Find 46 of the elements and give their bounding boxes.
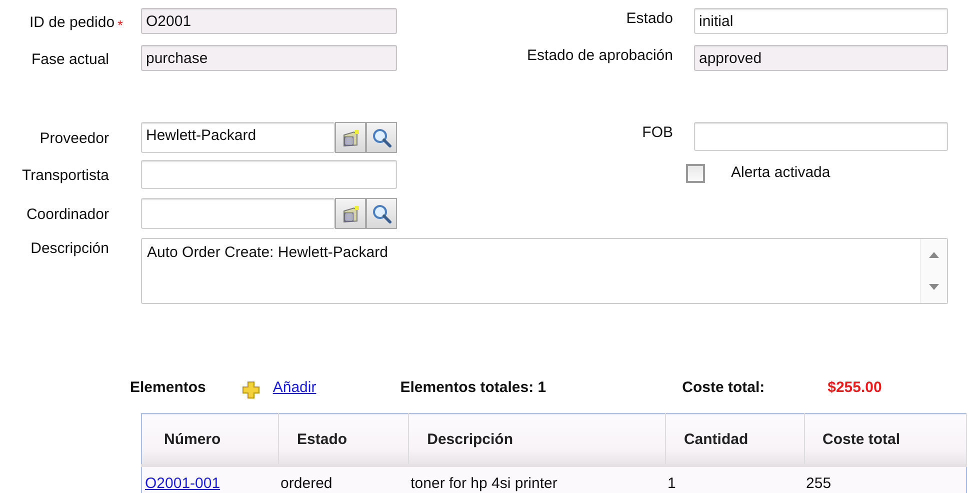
scroll-down-icon[interactable]: [929, 284, 939, 290]
checkbox-label: Alerta activada: [731, 164, 830, 181]
select-button[interactable]: [335, 198, 366, 229]
total-cost-label: Coste total:: [682, 378, 765, 396]
field-label: Descripción: [30, 240, 109, 257]
column-header[interactable]: Número: [142, 414, 279, 466]
scroll-up-icon[interactable]: [929, 252, 939, 258]
total-cost: $255.00: [828, 378, 882, 396]
input-field[interactable]: approved: [694, 45, 948, 71]
input-field[interactable]: [141, 160, 397, 189]
description-textarea[interactable]: Auto Order Create: Hewlett-Packard: [141, 238, 948, 304]
document-icon: [340, 128, 360, 148]
input-field[interactable]: purchase: [141, 45, 397, 71]
search-icon: [370, 126, 392, 148]
checkbox[interactable]: [686, 164, 705, 183]
column-header[interactable]: Cantidad: [665, 414, 804, 466]
field-label: Proveedor: [40, 130, 109, 147]
table-cell: 255: [804, 466, 966, 493]
table-cell: 1: [665, 466, 804, 493]
table-cell: ordered: [278, 466, 409, 493]
input-field[interactable]: Hewlett-Packard: [141, 122, 335, 153]
field-label: FOB: [642, 124, 673, 141]
total-items: Elementos totales: 1: [400, 378, 546, 396]
column-header[interactable]: Coste total: [804, 414, 966, 466]
input-field[interactable]: [694, 122, 948, 151]
search-button[interactable]: [366, 198, 397, 229]
table-cell: toner for hp 4si printer: [408, 466, 666, 493]
input-field[interactable]: initial: [694, 8, 948, 34]
section-title: Elementos: [130, 378, 206, 396]
field-label: Coordinador: [26, 206, 109, 223]
select-button[interactable]: [335, 122, 366, 153]
plus-icon[interactable]: [242, 381, 260, 399]
search-button[interactable]: [366, 122, 397, 153]
input-field[interactable]: O2001: [141, 8, 397, 34]
document-icon: [340, 204, 360, 224]
field-label: Estado de aprobación: [527, 47, 673, 64]
field-label: Estado: [626, 10, 673, 27]
column-header[interactable]: Estado: [278, 414, 409, 466]
search-icon: [370, 202, 392, 224]
field-label: Fase actual: [31, 50, 109, 68]
add-link[interactable]: Añadir: [272, 378, 316, 396]
field-label: ID de pedido: [29, 14, 115, 30]
required-mark: *: [118, 17, 123, 33]
column-header[interactable]: Descripción: [408, 414, 666, 466]
field-label: Transportista: [22, 167, 109, 184]
input-field[interactable]: [141, 198, 335, 229]
